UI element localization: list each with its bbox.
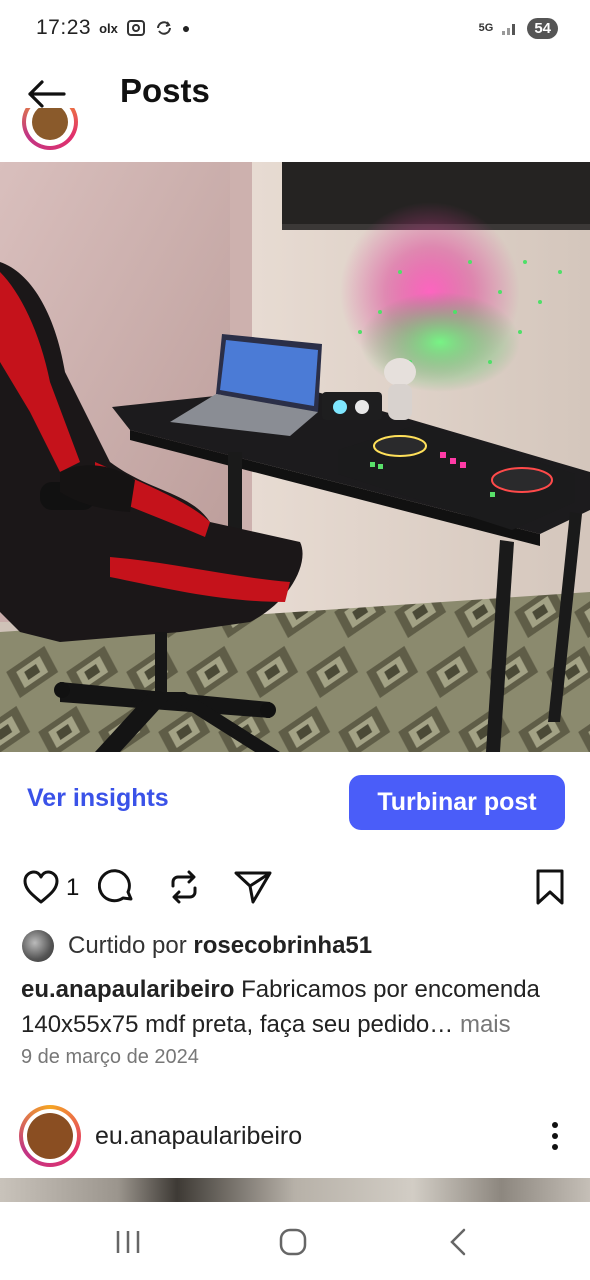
signal-icon [502, 24, 516, 35]
repost-button[interactable] [163, 866, 205, 908]
send-icon [234, 871, 272, 904]
post-options-button[interactable] [540, 1118, 570, 1154]
battery-indicator: 54 [527, 17, 558, 39]
nav-back-button[interactable] [428, 1222, 488, 1262]
boost-post-button[interactable]: Turbinar post [349, 775, 565, 830]
recent-apps-button[interactable] [98, 1222, 158, 1262]
more-notifications-dot-icon: ● [181, 20, 191, 36]
recent-apps-icon [116, 1231, 140, 1253]
liked-by-avatar [22, 930, 54, 962]
post-photo-illustration [0, 162, 590, 752]
view-insights-link[interactable]: Ver insights [27, 784, 169, 813]
olx-notification-icon: olx [99, 20, 118, 36]
previous-post-avatar[interactable] [22, 108, 78, 152]
like-count[interactable]: 1 [66, 874, 79, 902]
liked-by-text: Curtido por rosecobrinha51 [68, 932, 372, 960]
bookmark-icon [536, 869, 564, 905]
save-button[interactable] [529, 866, 571, 908]
sync-notification-icon [156, 21, 171, 35]
repost-icon [171, 870, 197, 904]
top-bar: Posts [0, 56, 590, 132]
status-time: 17:23 [36, 16, 92, 39]
next-post-username[interactable]: eu.anapaularibeiro [95, 1122, 302, 1151]
next-post-image[interactable] [0, 1178, 590, 1202]
caption-username[interactable]: eu.anapaularibeiro [21, 976, 234, 1003]
next-post-avatar[interactable] [19, 1105, 81, 1167]
home-icon [279, 1228, 307, 1256]
liked-by-username[interactable]: rosecobrinha51 [193, 932, 372, 959]
like-button[interactable] [20, 866, 62, 908]
post-image[interactable] [0, 162, 590, 752]
comment-icon [98, 869, 133, 903]
screenshot-notification-icon [126, 20, 145, 36]
post-actions-row: 1 [20, 866, 570, 912]
status-bar: 17:23 olx ● 5G 54 [0, 0, 590, 56]
network-type-icon: 5G [478, 21, 494, 34]
more-vertical-icon [552, 1122, 558, 1150]
post-date: 9 de março de 2024 [21, 1046, 199, 1068]
caption-more-link[interactable]: mais [453, 1011, 511, 1038]
home-button[interactable] [263, 1222, 323, 1262]
status-right: 5G 54 [478, 17, 558, 39]
page-title: Posts [120, 72, 210, 109]
status-left: 17:23 olx ● [36, 16, 190, 40]
liked-by-prefix: Curtido por [68, 932, 194, 959]
share-button[interactable] [232, 866, 274, 908]
system-navigation-bar [0, 1202, 590, 1280]
back-arrow-icon [28, 80, 66, 108]
liked-by-row[interactable]: Curtido por rosecobrinha51 [22, 930, 372, 962]
post-caption: eu.anapaularibeiro Fabricamos por encome… [21, 972, 576, 1042]
chevron-left-icon [450, 1228, 466, 1256]
heart-icon [23, 870, 59, 904]
comment-button[interactable] [96, 866, 138, 908]
